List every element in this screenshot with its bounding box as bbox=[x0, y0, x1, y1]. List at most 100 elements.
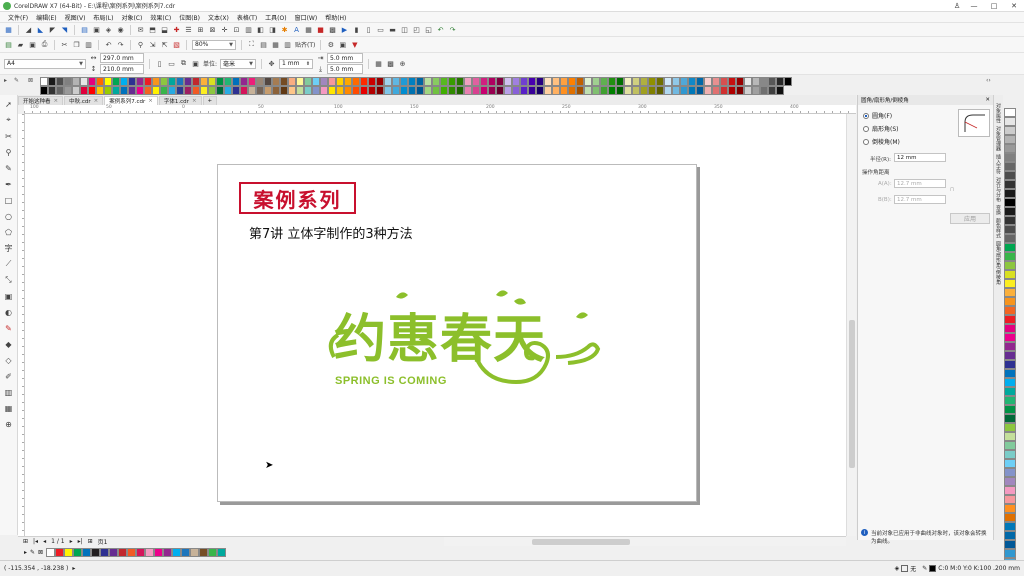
envelope-icon[interactable]: ✉ bbox=[136, 25, 145, 34]
color-swatch[interactable] bbox=[256, 77, 264, 86]
color-swatch[interactable] bbox=[744, 77, 752, 86]
transparency-tool-icon[interactable]: ◐ bbox=[4, 307, 14, 317]
color-swatch[interactable] bbox=[480, 86, 488, 95]
color-swatch[interactable] bbox=[712, 86, 720, 95]
color-swatch[interactable] bbox=[46, 548, 56, 557]
color-swatch[interactable] bbox=[696, 77, 704, 86]
fillet-radio[interactable] bbox=[863, 112, 869, 119]
color-swatch[interactable] bbox=[600, 77, 608, 86]
color-swatch[interactable] bbox=[496, 86, 504, 95]
color-swatch[interactable] bbox=[488, 77, 496, 86]
shape-icon[interactable]: ◤ bbox=[48, 25, 57, 34]
color-swatch[interactable] bbox=[1004, 135, 1016, 144]
crosshair-icon[interactable]: ✛ bbox=[220, 25, 229, 34]
color-swatch[interactable] bbox=[440, 77, 448, 86]
tab-close-icon[interactable]: × bbox=[54, 98, 59, 104]
color-swatch[interactable] bbox=[712, 77, 720, 86]
color-swatch[interactable] bbox=[760, 86, 768, 95]
color-swatch[interactable] bbox=[56, 86, 64, 95]
color-swatch[interactable] bbox=[1004, 468, 1016, 477]
color-swatch[interactable] bbox=[1004, 315, 1016, 324]
menu-item[interactable]: 位图(B) bbox=[175, 13, 204, 22]
menu-item[interactable]: 布局(L) bbox=[89, 13, 117, 22]
color-swatch[interactable] bbox=[184, 77, 192, 86]
shadow-icon[interactable]: ⊞ bbox=[196, 25, 205, 34]
tab-close-icon[interactable]: × bbox=[148, 98, 153, 104]
color-swatch[interactable] bbox=[344, 86, 352, 95]
bleed-icon[interactable]: ▩ bbox=[386, 59, 395, 68]
landscape-icon[interactable]: ▭ bbox=[167, 59, 176, 68]
docker-tab[interactable]: 颜色样式 bbox=[995, 218, 1002, 238]
freehand-tool-icon[interactable]: ✎ bbox=[4, 163, 14, 173]
outline-pen-icon[interactable]: ✐ bbox=[4, 371, 14, 381]
eyedropper-icon[interactable]: ✎ bbox=[30, 549, 35, 556]
color-swatch[interactable] bbox=[784, 77, 792, 86]
color-swatch[interactable] bbox=[440, 86, 448, 95]
color-swatch[interactable] bbox=[392, 77, 400, 86]
color-swatch[interactable] bbox=[624, 86, 632, 95]
color-swatch[interactable] bbox=[280, 86, 288, 95]
color-swatch[interactable] bbox=[82, 548, 92, 557]
document-tab[interactable]: 字体1.cdr × bbox=[158, 96, 202, 105]
current-page-icon[interactable]: ▣ bbox=[191, 59, 200, 68]
color-swatch[interactable] bbox=[424, 77, 432, 86]
pick-tool-icon[interactable]: ➚ bbox=[4, 99, 14, 109]
color-swatch[interactable] bbox=[592, 86, 600, 95]
docker-tab[interactable]: 插入字符 bbox=[995, 154, 1002, 174]
no-color-swatch[interactable]: ⊠ bbox=[38, 549, 43, 556]
table-icon[interactable]: ▦ bbox=[304, 25, 313, 34]
color-swatch[interactable] bbox=[144, 86, 152, 95]
parallel-dimension-icon[interactable]: ⟋ bbox=[4, 259, 14, 269]
docker-close-icon[interactable]: ✕ bbox=[985, 97, 990, 103]
color-swatch[interactable] bbox=[384, 77, 392, 86]
color-swatch[interactable] bbox=[136, 77, 144, 86]
horizontal-scrollbar[interactable] bbox=[444, 536, 846, 546]
color-swatch[interactable] bbox=[352, 86, 360, 95]
color-swatch[interactable] bbox=[216, 77, 224, 86]
star-icon[interactable]: ✱ bbox=[280, 25, 289, 34]
color-swatch[interactable] bbox=[128, 77, 136, 86]
color-swatch[interactable] bbox=[184, 86, 192, 95]
color-swatch[interactable] bbox=[104, 86, 112, 95]
color-swatch[interactable] bbox=[1004, 549, 1016, 558]
color-swatch[interactable] bbox=[392, 86, 400, 95]
color-swatch[interactable] bbox=[160, 86, 168, 95]
all-pages-icon[interactable]: ⧉ bbox=[179, 59, 188, 68]
text-icon[interactable]: A bbox=[292, 25, 301, 34]
color-swatch[interactable] bbox=[168, 77, 176, 86]
distort-icon[interactable]: ✚ bbox=[172, 25, 181, 34]
color-swatch[interactable] bbox=[136, 548, 146, 557]
color-swatch[interactable] bbox=[456, 86, 464, 95]
color-icon[interactable]: ■ bbox=[316, 25, 325, 34]
color-swatch[interactable] bbox=[136, 86, 144, 95]
color-swatch[interactable] bbox=[145, 548, 155, 557]
color-swatch[interactable] bbox=[368, 86, 376, 95]
palette-scroll-icon[interactable]: ‹› bbox=[986, 77, 991, 84]
color-swatch[interactable] bbox=[536, 86, 544, 95]
pattern-icon[interactable]: ▥ bbox=[244, 25, 253, 34]
color-swatch[interactable] bbox=[560, 77, 568, 86]
color-swatch[interactable] bbox=[368, 77, 376, 86]
color-swatch[interactable] bbox=[288, 86, 296, 95]
first-page-icon[interactable]: |◂ bbox=[33, 538, 38, 545]
color-swatch[interactable] bbox=[1004, 387, 1016, 396]
color-swatch[interactable] bbox=[104, 77, 112, 86]
menu-item[interactable]: 编辑(E) bbox=[32, 13, 60, 22]
color-swatch[interactable] bbox=[768, 86, 776, 95]
color-swatch[interactable] bbox=[640, 77, 648, 86]
color-swatch[interactable] bbox=[40, 77, 48, 86]
color-swatch[interactable] bbox=[64, 548, 74, 557]
color-swatch[interactable] bbox=[160, 77, 168, 86]
guidelines-icon[interactable]: ▥ bbox=[283, 40, 292, 49]
menu-item[interactable]: 帮助(H) bbox=[321, 13, 350, 22]
color-swatch[interactable] bbox=[1004, 162, 1016, 171]
color-swatch[interactable] bbox=[1004, 477, 1016, 486]
ellipse-tool-icon[interactable]: ○ bbox=[4, 211, 14, 221]
options-icon[interactable]: ⚙ bbox=[326, 40, 335, 49]
prev-page-icon[interactable]: ◂ bbox=[43, 538, 46, 545]
docker-tab[interactable]: 对象属性 bbox=[995, 103, 1002, 123]
color-swatch[interactable] bbox=[680, 86, 688, 95]
color-swatch[interactable] bbox=[1004, 378, 1016, 387]
color-swatch[interactable] bbox=[568, 77, 576, 86]
color-swatch[interactable] bbox=[72, 86, 80, 95]
